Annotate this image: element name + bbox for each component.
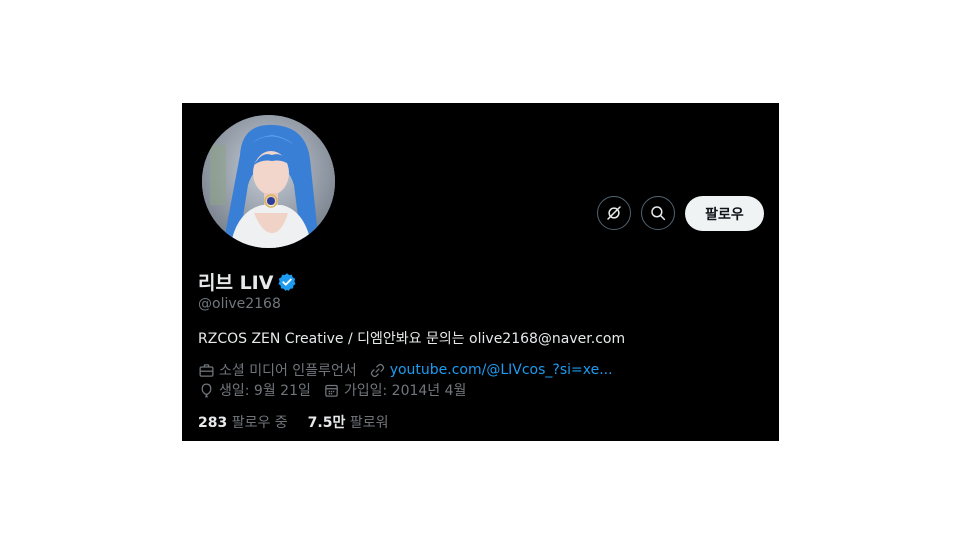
followers-label: 팔로워 — [349, 415, 389, 431]
follow-stats: 283 팔로우 중 7.5만 팔로워 — [198, 412, 388, 432]
website-link[interactable]: youtube.com/@LIVcos_?si=xe... — [390, 362, 613, 378]
search-icon — [651, 206, 666, 221]
profile-name-row: 리브 LIV — [198, 268, 297, 295]
following-count: 283 — [198, 415, 228, 431]
search-button[interactable] — [641, 196, 675, 230]
joined-item: 가입일: 2014년 4월 — [323, 380, 467, 400]
category-text: 소셜 미디어 인플루언서 — [219, 363, 357, 379]
display-name: 리브 LIV — [198, 272, 274, 294]
following-label: 팔로우 중 — [231, 415, 288, 431]
briefcase-icon — [199, 363, 214, 377]
link-icon — [370, 363, 384, 377]
profile-meta-row-2: 생일: 9월 21일 가입일: 2014년 4월 — [198, 380, 478, 400]
avatar[interactable] — [202, 115, 335, 248]
profile-card: 팔로우 리브 LIV @olive2168 RZCOS ZEN Creative… — [182, 103, 779, 441]
calendar-icon — [325, 384, 338, 397]
birthday-item: 생일: 9월 21일 — [198, 380, 311, 400]
followers-stat[interactable]: 7.5만 팔로워 — [308, 412, 389, 432]
website-item[interactable]: youtube.com/@LIVcos_?si=xe... — [369, 362, 613, 379]
user-handle: @olive2168 — [198, 296, 281, 312]
joined-text: 가입일: 2014년 4월 — [343, 383, 467, 399]
profile-meta-row-1: 소셜 미디어 인플루언서 youtube.com/@LIVcos_?si=xe.… — [198, 360, 625, 380]
follow-button[interactable]: 팔로우 — [685, 196, 764, 231]
balloon-icon — [201, 382, 212, 397]
following-stat[interactable]: 283 팔로우 중 — [198, 412, 288, 432]
followers-count: 7.5만 — [307, 415, 346, 431]
verified-badge-icon[interactable] — [277, 272, 297, 292]
avatar-image — [202, 115, 335, 248]
grok-button[interactable] — [597, 196, 631, 230]
category-item: 소셜 미디어 인플루언서 — [198, 360, 357, 380]
birthday-text: 생일: 9월 21일 — [219, 383, 311, 399]
grok-icon — [607, 206, 621, 220]
bio-text: RZCOS ZEN Creative / 디엠안봐요 문의는 olive2168… — [198, 331, 626, 347]
